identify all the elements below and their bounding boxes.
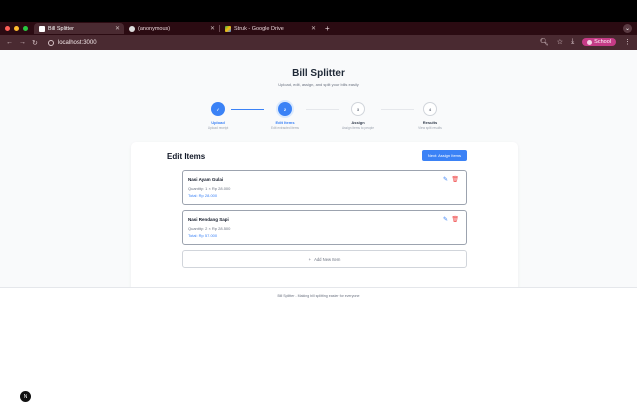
item-total: Total: Rp 57.000	[188, 233, 218, 238]
pencil-icon[interactable]: ✎	[443, 216, 448, 223]
profile-button[interactable]: School	[582, 38, 616, 46]
footer-text: Bill Splitter - Making bill splitting ea…	[277, 294, 360, 298]
url-text: localhost:3000	[57, 39, 97, 46]
step-number: 2	[278, 102, 292, 116]
step-number: 3	[351, 102, 365, 116]
reload-icon[interactable]: ↻	[32, 39, 38, 47]
step-description: Edit extracted items	[271, 126, 299, 130]
item-quantity: Quantity: 2 × Rp 28.500	[188, 226, 231, 231]
step-assign[interactable]: 3 Assign Assign items to people	[318, 102, 398, 130]
forward-icon[interactable]: →	[19, 39, 26, 46]
tab-search-chevron-icon[interactable]: ⌄	[623, 24, 632, 33]
page-subtitle: Upload, edit, assign, and split your bil…	[278, 82, 359, 87]
close-tab-icon[interactable]: ✕	[311, 25, 316, 32]
back-icon[interactable]: ←	[6, 39, 13, 46]
item-name: Nasi Ayam Gulai	[188, 177, 224, 182]
profile-label: School	[594, 39, 611, 45]
step-label: Results	[422, 120, 438, 125]
step-description: Assign items to people	[341, 126, 375, 130]
step-description: View split results	[418, 126, 442, 130]
tab-title: (anonymous)	[138, 25, 171, 32]
top-black-bar	[0, 0, 637, 22]
address-bar: ← → ↻ localhost:3000 🔍︎ ☆ ⤓ School ⋮	[0, 35, 637, 50]
page-content: Bill Splitter Upload, edit, assign, and …	[0, 50, 637, 405]
tab-google-drive[interactable]: Struk - Google Drive ✕	[220, 23, 320, 34]
site-info-icon[interactable]	[47, 39, 54, 46]
progress-stepper: ✓ Upload Upload receipt 2 Edit Items Edi…	[160, 102, 470, 142]
globe-icon	[129, 25, 135, 32]
maximize-window-button[interactable]	[23, 26, 28, 31]
new-tab-button[interactable]: +	[325, 24, 330, 33]
trash-icon[interactable]: 🗑︎	[451, 176, 459, 183]
list-item: Nasi Rendang Sapi Quantity: 2 × Rp 28.50…	[182, 210, 467, 245]
minimize-window-button[interactable]	[14, 26, 19, 31]
tab-bill-splitter[interactable]: Bill Splitter ✕	[34, 23, 124, 34]
item-quantity: Quantity: 1 × Rp 28.000	[188, 186, 231, 191]
close-window-button[interactable]	[5, 26, 10, 31]
close-tab-icon[interactable]: ✕	[115, 25, 120, 32]
url-field[interactable]: localhost:3000	[47, 39, 97, 46]
download-icon[interactable]: ⤓	[571, 38, 574, 46]
close-tab-icon[interactable]: ✕	[210, 25, 215, 32]
page-title: Bill Splitter	[292, 68, 345, 79]
nextjs-dev-badge-icon[interactable]: N	[20, 391, 31, 402]
tab-anonymous[interactable]: (anonymous) ✕	[124, 23, 219, 34]
step-label: Edit Items	[275, 120, 295, 125]
item-name: Nasi Rendang Sapi	[188, 217, 229, 222]
footer-area: Bill Splitter - Making bill splitting ea…	[0, 288, 637, 405]
tab-strip: Bill Splitter ✕ (anonymous) ✕ Struk - Go…	[0, 22, 637, 35]
add-new-item-button[interactable]: + Add New Item	[182, 250, 467, 268]
step-label: Assign	[351, 120, 365, 125]
trash-icon[interactable]: 🗑︎	[451, 216, 459, 223]
step-results[interactable]: 4 Results View split results	[390, 102, 470, 130]
tab-title: Struk - Google Drive	[234, 25, 284, 32]
google-drive-icon	[225, 25, 231, 32]
zoom-icon[interactable]: 🔍︎	[540, 38, 549, 46]
check-icon: ✓	[211, 102, 225, 116]
window-controls	[5, 26, 28, 31]
favicon-icon	[39, 25, 45, 32]
tab-title: Bill Splitter	[48, 25, 74, 32]
add-new-item-label: Add New Item	[314, 256, 341, 262]
step-edit-items[interactable]: 2 Edit Items Edit extracted items	[245, 102, 325, 130]
pencil-icon[interactable]: ✎	[443, 176, 448, 183]
card-title: Edit Items	[167, 152, 206, 161]
next-assign-items-button[interactable]: Next: Assign Items	[421, 150, 467, 161]
step-number: 4	[423, 102, 437, 116]
plus-icon: +	[308, 256, 312, 262]
item-total: Total: Rp 28.000	[188, 193, 218, 198]
bookmark-star-icon[interactable]: ☆	[557, 38, 563, 46]
list-item: Nasi Ayam Gulai Quantity: 1 × Rp 28.000 …	[182, 170, 467, 205]
avatar	[587, 39, 593, 45]
menu-kebab-icon[interactable]: ⋮	[624, 38, 631, 46]
